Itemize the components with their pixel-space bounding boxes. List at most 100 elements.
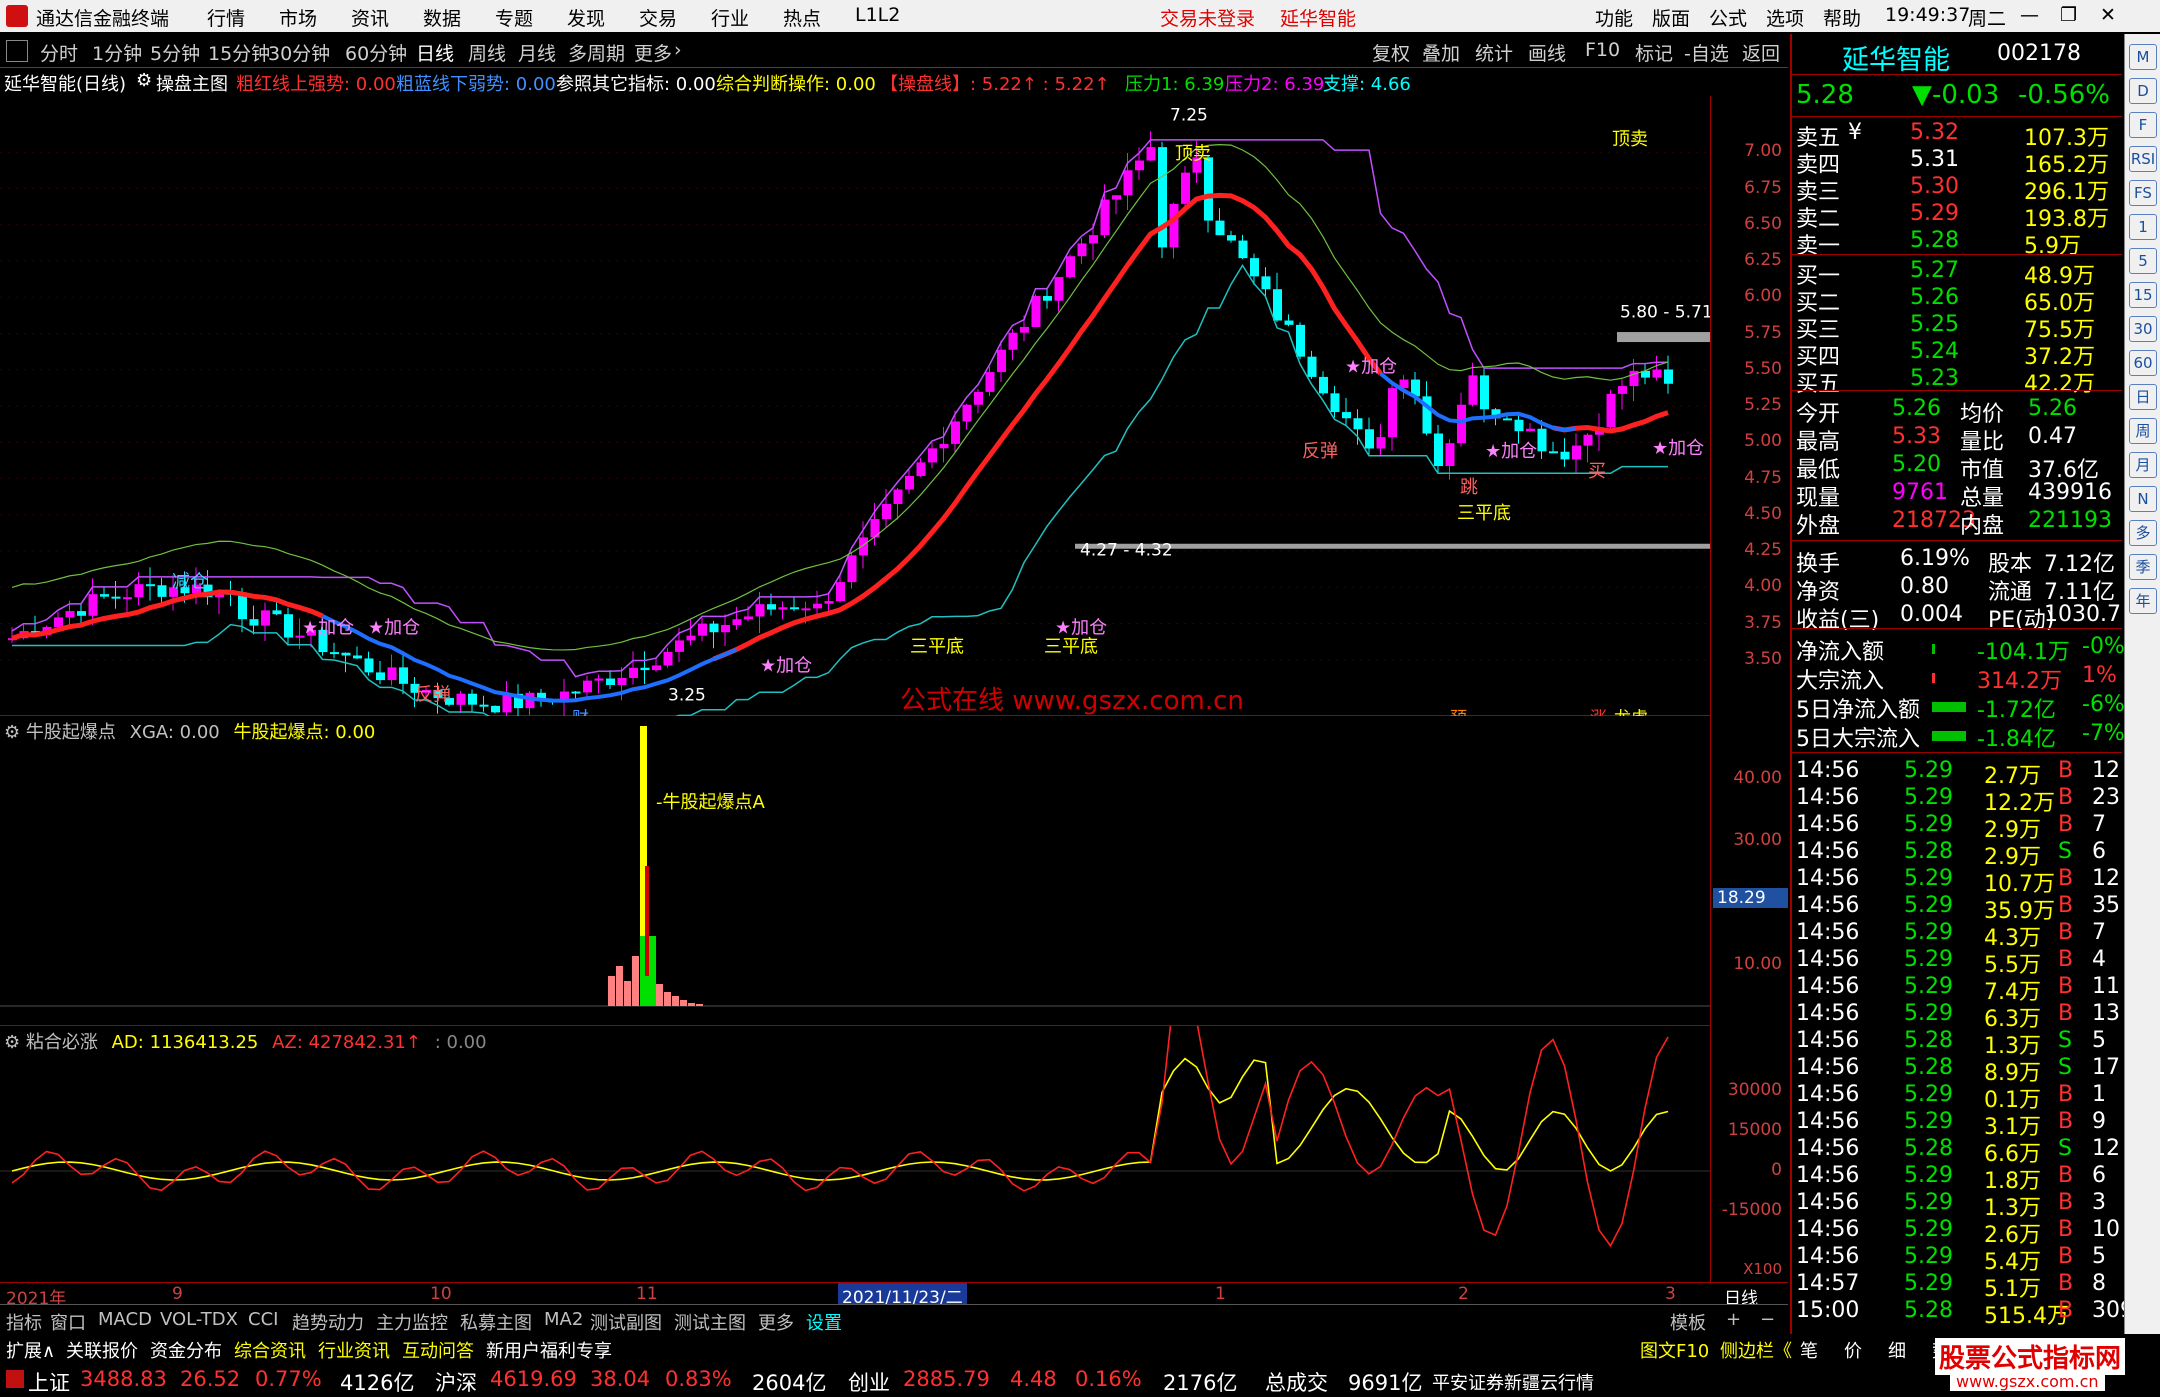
menu-item[interactable]: 行业 xyxy=(711,4,749,31)
menu-item[interactable]: 公式 xyxy=(1709,4,1747,31)
index-label[interactable]: 创业 xyxy=(848,1367,890,1397)
ext-tab[interactable]: 综合资讯 xyxy=(234,1337,306,1363)
sidebar-button[interactable]: FS xyxy=(2129,180,2157,206)
sidebar-button[interactable]: 60 xyxy=(2129,350,2157,376)
sidebar-button[interactable]: 30 xyxy=(2129,316,2157,342)
close-icon[interactable]: ✕ xyxy=(2100,4,2116,26)
tool-button[interactable]: 标记 xyxy=(1635,39,1673,66)
bottom-tab[interactable]: 测试主图 xyxy=(674,1309,746,1335)
login-status[interactable]: 交易未登录 xyxy=(1160,4,1255,31)
ext-tab[interactable]: 关联报价 xyxy=(66,1337,138,1363)
tool-button[interactable]: -自选 xyxy=(1684,39,1729,66)
sidebar-button[interactable]: 日 xyxy=(2129,384,2157,410)
sidebar-button[interactable]: N xyxy=(2129,486,2157,512)
menu-item[interactable]: 交易 xyxy=(639,4,677,31)
sidebar-button[interactable]: F xyxy=(2129,112,2157,138)
bottom-tab[interactable]: 主力监控 xyxy=(376,1309,448,1335)
sidebar-button[interactable]: M xyxy=(2129,44,2157,70)
sidebar-button[interactable]: 周 xyxy=(2129,418,2157,444)
bottom-tab[interactable]: VOL-TDX xyxy=(160,1309,238,1330)
period-tab[interactable]: 5分钟 xyxy=(150,39,200,66)
menu-item[interactable]: 帮助 xyxy=(1823,4,1861,31)
sidebar-button[interactable]: RSI xyxy=(2129,146,2157,172)
menu-item[interactable]: 资讯 xyxy=(351,4,389,31)
gear-icon[interactable]: ⚙ xyxy=(4,722,20,743)
f10-button[interactable]: 图文F10 xyxy=(1640,1337,1709,1363)
sidebar-button[interactable]: D xyxy=(2129,78,2157,104)
bottom-tab[interactable]: 私募主图 xyxy=(460,1309,532,1335)
bottom-tab[interactable]: 指标 xyxy=(6,1309,42,1335)
sidebar-button[interactable]: 5 xyxy=(2129,248,2157,274)
period-tab[interactable]: 周线 xyxy=(468,39,506,66)
period-tab[interactable]: 分时 xyxy=(40,39,78,66)
period-tab[interactable]: 30分钟 xyxy=(268,39,330,66)
main-kline-pane[interactable]: 7.25 3.25 4.27 - 4.32 5.80 - 5.71 顶卖 顶卖 减仓 ★加仓 ★… xyxy=(0,96,1713,729)
period-tab[interactable]: 60分钟 xyxy=(345,39,407,66)
menu-item[interactable]: 数据 xyxy=(423,4,461,31)
gear-icon[interactable]: ⚙ xyxy=(4,1032,20,1053)
minimize-icon[interactable]: — xyxy=(2020,4,2039,26)
period-tab[interactable]: 更多 xyxy=(634,39,672,66)
menu-item[interactable]: 市场 xyxy=(279,4,317,31)
zhanhe-chart[interactable] xyxy=(0,985,1710,1282)
bottom-tab[interactable]: 设置 xyxy=(806,1309,842,1335)
index-label[interactable]: 上证 xyxy=(28,1367,70,1397)
remove-pane-button[interactable]: − xyxy=(1760,1309,1775,1330)
template-button[interactable]: 模板 xyxy=(1670,1309,1706,1335)
sidebar-button[interactable]: 季 xyxy=(2129,554,2157,580)
menu-item[interactable]: 行情 xyxy=(207,4,245,31)
bottom-tab[interactable]: CCI xyxy=(248,1309,278,1330)
bottom-tab[interactable]: 更多 xyxy=(758,1309,794,1335)
panel-tab[interactable]: 细 xyxy=(1888,1337,1906,1363)
ext-tab[interactable]: 互动问答 xyxy=(402,1337,474,1363)
period-tab[interactable]: 1分钟 xyxy=(92,39,142,66)
sidebar-button[interactable]: 15 xyxy=(2129,282,2157,308)
sidebar-toggle[interactable]: 侧边栏《 xyxy=(1720,1337,1792,1363)
period-tab[interactable]: 15分钟 xyxy=(208,39,270,66)
period-tab-selected[interactable]: 日线 xyxy=(416,39,454,66)
tool-button[interactable]: 画线 xyxy=(1528,39,1566,66)
ext-tab[interactable]: 资金分布 xyxy=(150,1337,222,1363)
tool-button[interactable]: 复权 xyxy=(1372,39,1410,66)
bottom-tab[interactable]: MACD xyxy=(98,1309,152,1330)
panel-tab[interactable]: 价 xyxy=(1844,1337,1862,1363)
menu-item[interactable]: 版面 xyxy=(1652,4,1690,31)
bottom-tab[interactable]: MA2 xyxy=(544,1309,583,1330)
menu-item[interactable]: 专题 xyxy=(495,4,533,31)
menu-item[interactable]: 选项 xyxy=(1766,4,1804,31)
add-pane-button[interactable]: + xyxy=(1726,1309,1741,1330)
menu-item[interactable]: 热点 xyxy=(783,4,821,31)
period-tab[interactable]: 多周期 xyxy=(568,39,625,66)
bottom-tab[interactable]: 测试副图 xyxy=(590,1309,662,1335)
period-tab[interactable]: 月线 xyxy=(518,39,556,66)
index-label[interactable]: 沪深 xyxy=(435,1367,477,1397)
sidebar-button[interactable]: 1 xyxy=(2129,214,2157,240)
gear-icon[interactable]: ⚙ xyxy=(136,70,152,91)
restore-icon[interactable]: ❐ xyxy=(2060,4,2077,26)
qibao-chart[interactable] xyxy=(0,716,1710,1026)
collapse-icon[interactable] xyxy=(6,40,28,62)
ext-tab[interactable]: 扩展∧ xyxy=(6,1337,55,1363)
formula-name[interactable]: 操盘主图 xyxy=(156,70,228,96)
tool-button[interactable]: 返回 xyxy=(1742,39,1780,66)
tool-button[interactable]: 叠加 xyxy=(1422,39,1460,66)
sidebar-button[interactable]: 年 xyxy=(2129,588,2157,614)
indicator-pane-zhanhe[interactable]: ⚙ 粘合必涨 AD: 1136413.25 AZ: 427842.31↑ : 0… xyxy=(0,985,1710,1282)
bottom-tab[interactable]: 趋势动力 xyxy=(292,1309,364,1335)
pane-title[interactable]: 粘合必涨 xyxy=(26,1032,98,1053)
kline-chart[interactable]: 7.253.254.27 - 4.325.80 - 5.71顶卖顶卖减仓★加仓 ★… xyxy=(0,96,1713,729)
bottom-tab[interactable]: 窗口 xyxy=(50,1309,86,1335)
menu-item[interactable]: 发现 xyxy=(567,4,605,31)
tool-button[interactable]: F10 xyxy=(1585,39,1620,61)
ext-tab[interactable]: 行业资讯 xyxy=(318,1337,390,1363)
tool-button[interactable]: 统计 xyxy=(1475,39,1513,66)
menu-item[interactable]: L1L2 xyxy=(855,4,900,26)
menu-item[interactable]: 功能 xyxy=(1595,4,1633,31)
chevron-right-icon[interactable]: › xyxy=(674,39,682,61)
pane-title[interactable]: 牛股起爆点 xyxy=(26,722,116,743)
panel-tab[interactable]: 笔 xyxy=(1800,1337,1818,1363)
sidebar-button[interactable]: 月 xyxy=(2129,452,2157,478)
sidebar-button[interactable]: 多 xyxy=(2129,520,2157,546)
ext-tab[interactable]: 新用户福利专享 xyxy=(486,1337,612,1363)
indicator-pane-qibao[interactable]: ⚙ 牛股起爆点 XGA: 0.00 牛股起爆点: 0.00 -牛股起爆点A xyxy=(0,716,1710,1026)
